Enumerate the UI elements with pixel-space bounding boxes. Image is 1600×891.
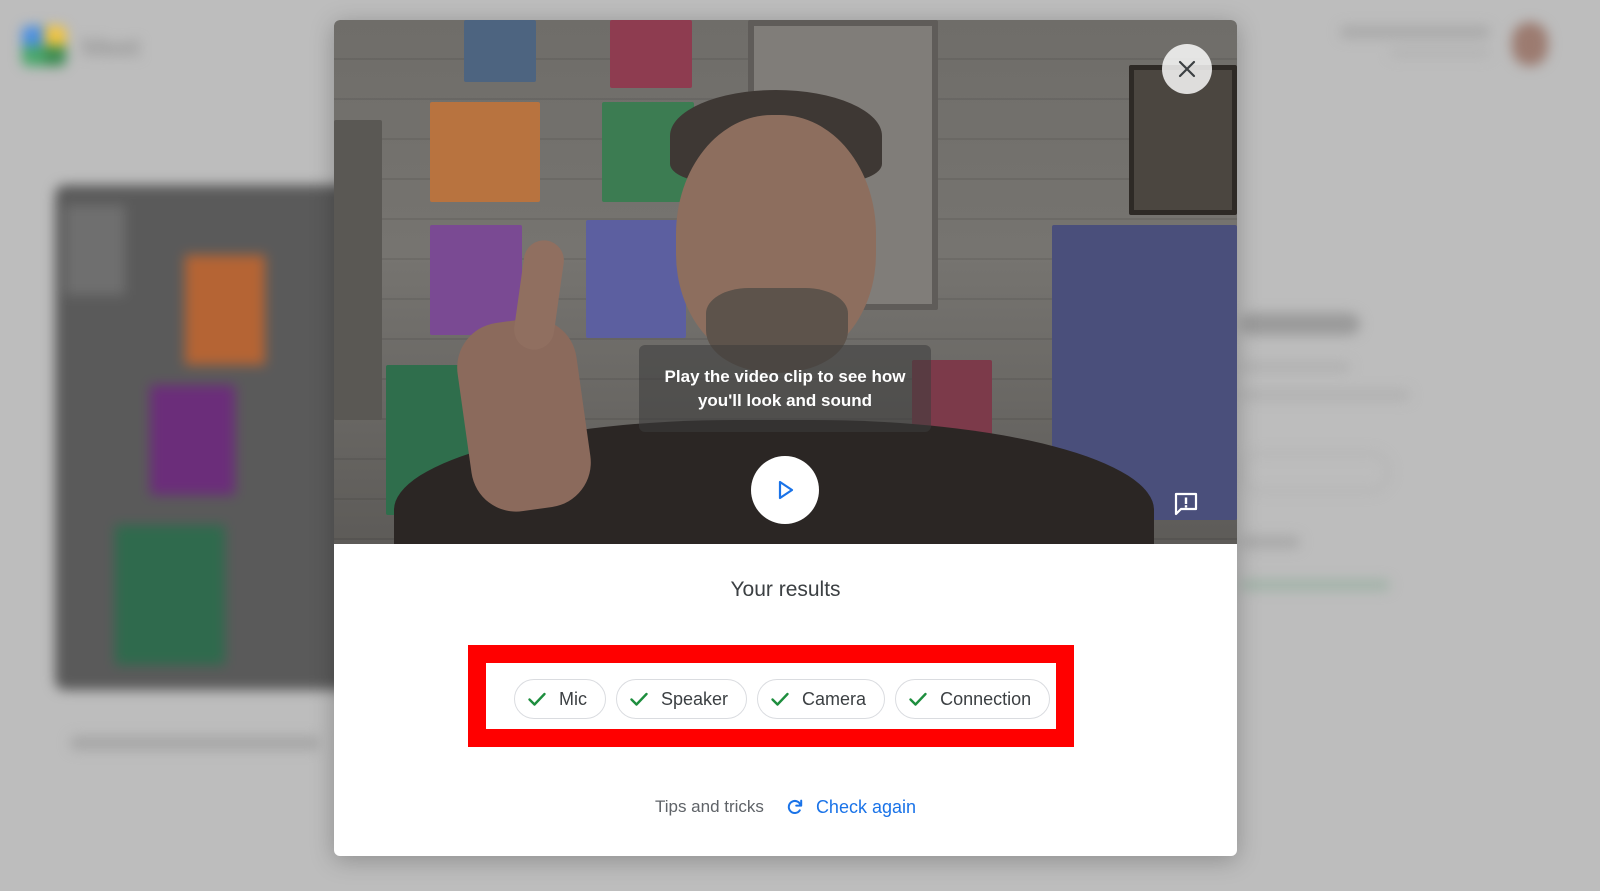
refresh-icon	[787, 799, 803, 814]
check-again-label: Check again	[815, 796, 917, 817]
wall-object	[334, 120, 382, 420]
check-results-list: Mic Speaker Camera Connection	[514, 679, 1051, 719]
speaker-check-chip[interactable]: Speaker	[616, 679, 748, 719]
wall-poster	[610, 20, 692, 88]
wall-poster	[430, 225, 522, 335]
background-heading-blur	[1240, 313, 1360, 335]
play-button[interactable]	[751, 456, 819, 524]
check-again-button[interactable]: Check again	[786, 797, 916, 818]
feedback-button[interactable]	[1170, 488, 1202, 520]
camera-check-chip[interactable]: Camera	[757, 679, 886, 719]
connection-check-chip[interactable]: Connection	[895, 679, 1051, 719]
check-icon	[770, 689, 790, 709]
play-icon	[778, 480, 794, 500]
wall-poster	[586, 220, 686, 338]
check-icon	[908, 689, 928, 709]
background-button-blur	[1240, 452, 1390, 492]
tips-and-tricks-link[interactable]: Tips and tricks	[655, 797, 764, 817]
feedback-icon	[1174, 492, 1198, 516]
dialog-footer: Tips and tricks Check again	[334, 794, 1237, 820]
account-name-blur	[1340, 26, 1490, 38]
play-hint-tooltip: Play the video clip to see how you'll lo…	[639, 345, 931, 432]
check-icon	[527, 689, 547, 709]
mic-check-chip[interactable]: Mic	[514, 679, 606, 719]
background-text-blur	[1240, 536, 1300, 548]
background-caption-blur	[70, 736, 320, 750]
wall-poster	[464, 20, 536, 82]
close-button[interactable]	[1162, 44, 1212, 94]
chip-label: Mic	[559, 688, 587, 709]
wall-poster	[430, 102, 540, 202]
background-text-blur	[1240, 362, 1350, 372]
chip-label: Speaker	[661, 688, 729, 709]
background-text-blur	[1240, 390, 1410, 400]
background-link-blur	[1240, 580, 1390, 590]
close-icon	[1178, 60, 1196, 78]
results-title: Your results	[730, 578, 841, 601]
check-icon	[629, 689, 649, 709]
chip-label: Connection	[940, 688, 1032, 709]
chip-label: Camera	[802, 688, 867, 709]
meet-logo	[22, 26, 66, 66]
avatar	[1512, 22, 1548, 66]
account-email-blur	[1390, 48, 1490, 57]
app-brand: Meet	[82, 32, 140, 62]
video-preview: Play the video clip to see how you'll lo…	[334, 20, 1237, 544]
check-results-dialog: Play the video clip to see how you'll lo…	[334, 20, 1237, 856]
